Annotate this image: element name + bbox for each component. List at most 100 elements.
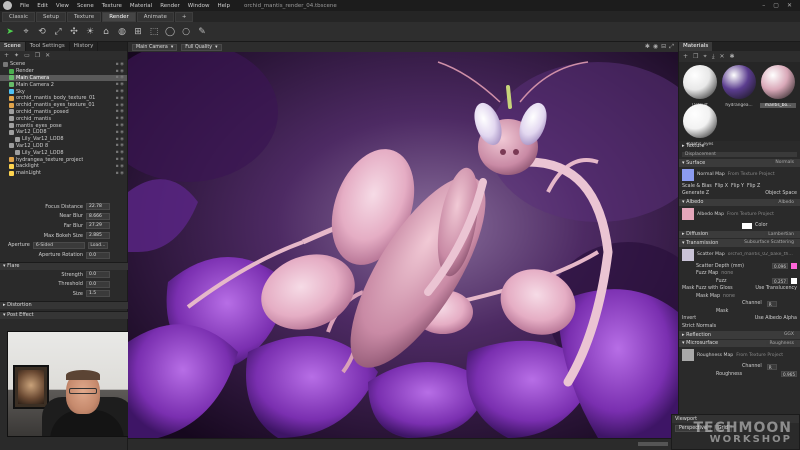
invert-checkbox[interactable]: Invert xyxy=(682,316,696,321)
scene-tree-item[interactable]: orchid_mantis_body_texture_01 ▪ ◉ xyxy=(0,95,127,102)
menu-scene[interactable]: Scene xyxy=(73,3,98,9)
grid-select-icon[interactable]: ⊞ xyxy=(132,26,144,38)
scene-tree-item[interactable]: Render ▪ ◉ xyxy=(0,68,127,75)
menu-material[interactable]: Material xyxy=(126,3,156,9)
transmission-select[interactable]: Subsurface Scattering xyxy=(741,240,797,246)
reflection-section[interactable]: ▸ Reflection GGX xyxy=(679,331,800,339)
lock-visibility-icons[interactable]: ▪ ◉ xyxy=(116,82,124,87)
tab-render[interactable]: Render xyxy=(102,11,136,22)
flare-prop-value[interactable]: 0.0 xyxy=(86,271,110,279)
folder-icon[interactable]: ▭ xyxy=(24,52,30,59)
split-view-icon[interactable]: ⊟ xyxy=(661,43,666,51)
flip-z-checkbox[interactable]: Flip Z xyxy=(747,184,760,189)
circle-select-icon[interactable]: ◯ xyxy=(164,26,176,38)
scale-bias-checkbox[interactable]: Scale & Bias xyxy=(682,184,712,189)
menu-view[interactable]: View xyxy=(52,3,73,9)
tab-materials[interactable]: Materials xyxy=(679,42,713,51)
reflection-select[interactable]: GGX xyxy=(780,332,797,338)
lock-visibility-icons[interactable]: ▪ ◉ xyxy=(116,164,124,169)
tab-animate[interactable]: Animate xyxy=(136,11,174,22)
maximize-icon[interactable]: ▢ xyxy=(773,2,779,9)
menu-edit[interactable]: Edit xyxy=(33,3,52,9)
camera-icon[interactable]: ⌂ xyxy=(100,26,112,38)
menu-file[interactable]: File xyxy=(16,3,33,9)
lock-visibility-icons[interactable]: ▪ ◉ xyxy=(116,123,124,128)
scatter-depth-value[interactable]: 0.096 xyxy=(772,263,788,270)
light-icon[interactable]: ☀ xyxy=(84,26,96,38)
menu-window[interactable]: Window xyxy=(184,3,214,9)
tab-classic[interactable]: Classic xyxy=(2,11,36,22)
add-object-icon[interactable]: + xyxy=(4,52,9,59)
fuzz-color-chip[interactable] xyxy=(791,278,797,285)
import-material-icon[interactable]: ⤓ xyxy=(712,53,715,61)
minimize-icon[interactable]: – xyxy=(762,2,765,9)
flip-x-checkbox[interactable]: Flip X xyxy=(715,184,728,189)
duplicate-material-icon[interactable]: ❐ xyxy=(693,53,698,60)
add-light-icon[interactable]: ✦ xyxy=(14,52,19,59)
aperture-select[interactable]: 6-Sided xyxy=(32,241,85,249)
use-albedo-alpha-checkbox[interactable]: Use Albedo Alpha xyxy=(755,316,797,321)
roughness-map-swatch[interactable] xyxy=(682,349,694,361)
select-arrow-icon[interactable]: ➤ xyxy=(4,26,16,38)
tab-history[interactable]: History xyxy=(70,42,99,51)
camera-prop-value[interactable]: 2.885 xyxy=(86,232,110,240)
aperture-rotation-value[interactable]: 0.0 xyxy=(86,251,110,259)
scale-icon[interactable]: ⤢ xyxy=(52,26,64,38)
tab-setup[interactable]: Setup xyxy=(36,11,67,22)
camera-prop-value[interactable]: 8.666 xyxy=(86,212,110,220)
add-material-icon[interactable]: + xyxy=(683,53,688,60)
flip-y-checkbox[interactable]: Flip Y xyxy=(731,184,744,189)
sphere-icon[interactable]: ◍ xyxy=(116,26,128,38)
diffusion-section[interactable]: ▸ Diffusion Lambertian xyxy=(679,230,800,238)
scene-tree-item[interactable]: Var12_LOD 8 ▪ ◉ xyxy=(0,143,127,150)
scene-tree-item[interactable]: hydrangea_texture_project ▪ ◉ xyxy=(0,156,127,163)
tab-texture[interactable]: Texture xyxy=(67,11,102,22)
fuzz-value[interactable]: 0.257 xyxy=(772,278,788,285)
scene-tree-item[interactable]: orchid_mantis_posed ▪ ◉ xyxy=(0,109,127,116)
displacement-select[interactable]: Displacement xyxy=(682,151,797,157)
camera-prop-value[interactable]: 22.78 xyxy=(86,203,110,211)
scene-tree-item[interactable]: Main Camera ▪ ◉ xyxy=(0,74,127,82)
pivot-icon[interactable]: ✣ xyxy=(68,26,80,38)
scene-tree-item[interactable]: Lily_Var12_LOD8 ▪ ◉ xyxy=(0,136,127,143)
use-translucency-checkbox[interactable]: Use Translucency xyxy=(755,286,797,291)
roughness-value[interactable]: 0.965 xyxy=(781,371,797,378)
ring-icon[interactable]: ○ xyxy=(180,26,192,38)
lock-visibility-icons[interactable]: ▪ ◉ xyxy=(116,62,124,67)
flare-section[interactable]: ▾ Flare xyxy=(0,261,128,270)
surface-section[interactable]: ▾ Surface Normals xyxy=(679,159,800,167)
material-thumbnail[interactable]: mantis_bo... xyxy=(760,65,796,108)
normal-map-swatch[interactable] xyxy=(682,168,694,181)
transmission-section[interactable]: ▾ Transmission Subsurface Scattering xyxy=(679,239,800,247)
roughness-channel-select[interactable]: R xyxy=(766,363,777,370)
tab-scene[interactable]: Scene xyxy=(0,42,26,51)
settings-icon[interactable]: ✱ xyxy=(645,43,650,51)
scene-tree-item[interactable]: Var12_LOD8 ▪ ◉ xyxy=(0,129,127,136)
generate-z-checkbox[interactable]: Generate Z xyxy=(682,191,709,196)
render-viewport[interactable] xyxy=(128,52,678,438)
add-tab-button[interactable]: + xyxy=(174,11,194,22)
distortion-section[interactable]: ▸ Distortion xyxy=(0,300,128,309)
lock-visibility-icons[interactable]: ▪ ◉ xyxy=(116,75,124,80)
delete-material-icon[interactable]: ✕ xyxy=(719,53,724,60)
lock-visibility-icons[interactable]: ▪ ◉ xyxy=(116,69,124,74)
microsurface-section[interactable]: ▾ Microsurface Roughness xyxy=(679,339,800,347)
lock-visibility-icons[interactable]: ▪ ◉ xyxy=(116,171,124,176)
scene-tree-item[interactable]: Lily_Var12_LOD8 ▪ ◉ xyxy=(0,149,127,156)
mask-fuzz-gloss-checkbox[interactable]: Mask Fuzz with Gloss xyxy=(682,286,733,291)
render-icon[interactable]: ◉ xyxy=(653,43,658,51)
delete-icon[interactable]: ✕ xyxy=(45,52,50,59)
lock-visibility-icons[interactable]: ▪ ◉ xyxy=(116,96,124,101)
aperture-load-button[interactable]: Load... xyxy=(87,241,108,249)
channel-select[interactable]: R xyxy=(766,300,777,307)
object-space-checkbox[interactable]: Object Space xyxy=(765,191,797,196)
lock-visibility-icons[interactable]: ▪ ◉ xyxy=(116,116,124,121)
lock-visibility-icons[interactable]: ▪ ◉ xyxy=(116,109,124,114)
albedo-section[interactable]: ▾ Albedo Albedo xyxy=(679,198,800,206)
albedo-select[interactable]: Albedo xyxy=(775,199,797,205)
duplicate-icon[interactable]: ❐ xyxy=(35,52,40,59)
albedo-map-swatch[interactable] xyxy=(682,208,694,220)
lock-visibility-icons[interactable]: ▪ ◉ xyxy=(116,130,124,135)
expand-icon[interactable]: ⤢ xyxy=(669,43,674,51)
quality-select[interactable]: Full Quality ▾ xyxy=(181,43,222,51)
